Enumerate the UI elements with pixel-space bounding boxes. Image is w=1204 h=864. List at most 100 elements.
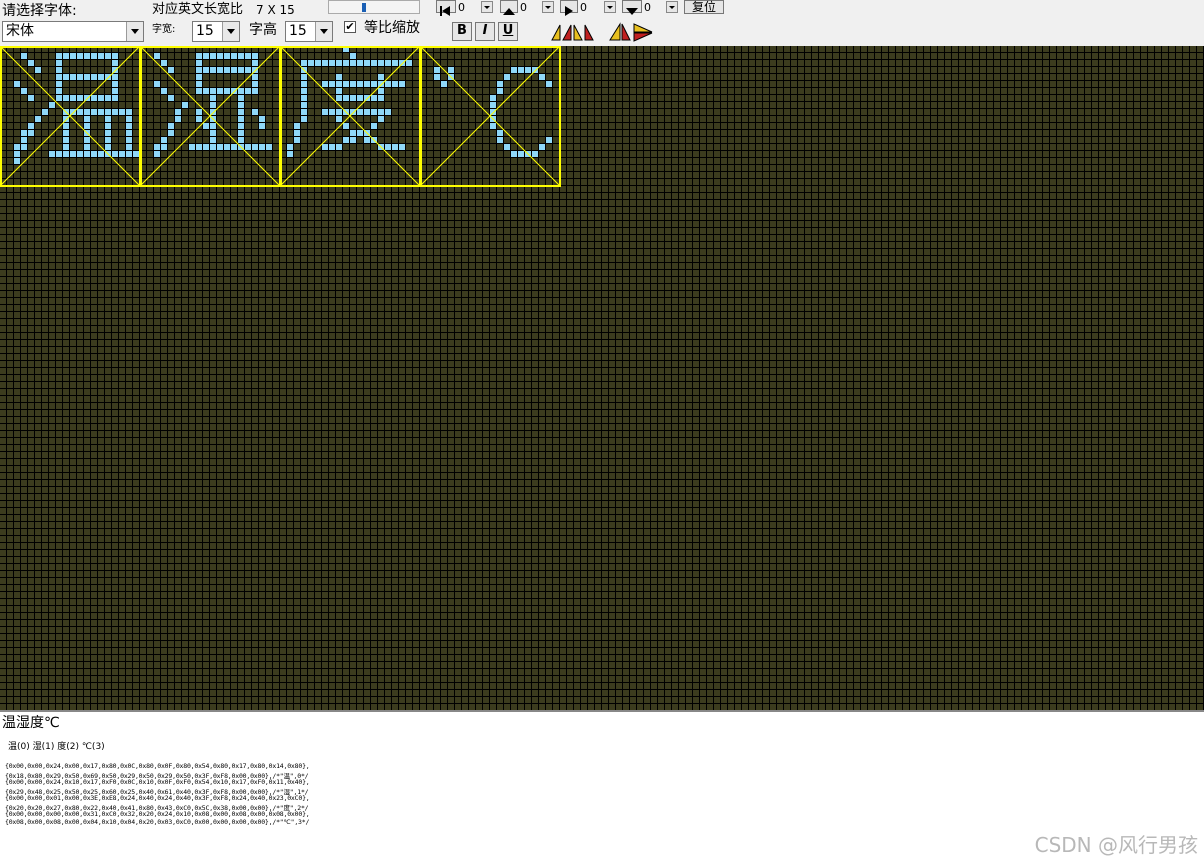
chevron-down-icon[interactable]: [315, 22, 332, 41]
glyph-pixel[interactable]: [525, 67, 531, 73]
glyph-pixel[interactable]: [252, 81, 258, 87]
glyph-pixel[interactable]: [196, 81, 202, 87]
glyph-pixel[interactable]: [126, 116, 132, 122]
glyph-pixel[interactable]: [112, 53, 118, 59]
glyph-pixel[interactable]: [301, 88, 307, 94]
glyph-pixel[interactable]: [210, 95, 216, 101]
height-select[interactable]: 15: [285, 21, 333, 42]
glyph-pixel[interactable]: [210, 109, 216, 115]
glyph-pixel[interactable]: [364, 109, 370, 115]
flip-horizontal-icon[interactable]: [550, 22, 596, 46]
glyph-pixel[interactable]: [84, 151, 90, 157]
glyph-pixel[interactable]: [259, 123, 265, 129]
glyph-pixel[interactable]: [126, 137, 132, 143]
glyph-pixel[interactable]: [203, 144, 209, 150]
glyph-pixel[interactable]: [336, 116, 342, 122]
glyph-pixel[interactable]: [21, 144, 27, 150]
glyph-pixel[interactable]: [112, 151, 118, 157]
glyph-pixel[interactable]: [490, 95, 496, 101]
glyph-pixel[interactable]: [105, 130, 111, 136]
glyph-pixel[interactable]: [448, 67, 454, 73]
glyph-pixel[interactable]: [301, 102, 307, 108]
glyph-pixel[interactable]: [105, 137, 111, 143]
glyph-pixel[interactable]: [98, 151, 104, 157]
glyph-pixel[interactable]: [14, 81, 20, 87]
glyph-pixel[interactable]: [28, 95, 34, 101]
glyph-pixel[interactable]: [161, 144, 167, 150]
glyph-pixel[interactable]: [350, 53, 356, 59]
glyph-pixel[interactable]: [126, 144, 132, 150]
chevron-down-icon[interactable]: [126, 22, 143, 41]
glyph-pixel[interactable]: [56, 151, 62, 157]
move-down-icon[interactable]: [622, 0, 642, 15]
glyph-pixel[interactable]: [210, 130, 216, 136]
glyph-pixel[interactable]: [70, 53, 76, 59]
glyph-pixel[interactable]: [70, 109, 76, 115]
glyph-pixel[interactable]: [329, 144, 335, 150]
glyph-pixel[interactable]: [245, 53, 251, 59]
glyph-pixel[interactable]: [336, 144, 342, 150]
glyph-pixel[interactable]: [315, 60, 321, 66]
glyph-pixel[interactable]: [392, 81, 398, 87]
glyph-pixel[interactable]: [119, 151, 125, 157]
glyph-pixel[interactable]: [350, 60, 356, 66]
glyph-pixel[interactable]: [406, 60, 412, 66]
glyph-pixel[interactable]: [112, 74, 118, 80]
glyph-pixel[interactable]: [378, 60, 384, 66]
glyph-pixel[interactable]: [91, 53, 97, 59]
glyph-pixel[interactable]: [112, 67, 118, 73]
glyph-pixel[interactable]: [329, 109, 335, 115]
glyph-pixel[interactable]: [532, 67, 538, 73]
glyph-pixel[interactable]: [203, 88, 209, 94]
glyph-pixel[interactable]: [112, 88, 118, 94]
glyph-pixel[interactable]: [301, 74, 307, 80]
glyph-pixel[interactable]: [266, 144, 272, 150]
glyph-pixel[interactable]: [490, 123, 496, 129]
glyph-pixel[interactable]: [84, 123, 90, 129]
glyph-pixel[interactable]: [56, 88, 62, 94]
glyph-pixel[interactable]: [91, 74, 97, 80]
glyph-pixel[interactable]: [252, 53, 258, 59]
glyph-pixel[interactable]: [252, 88, 258, 94]
glyph-pixel[interactable]: [175, 109, 181, 115]
glyph-pixel[interactable]: [238, 137, 244, 143]
slider-thumb[interactable]: [362, 3, 366, 12]
glyph-pixel[interactable]: [378, 109, 384, 115]
glyph-pixel[interactable]: [231, 67, 237, 73]
glyph-pixel[interactable]: [161, 88, 167, 94]
glyph-pixel[interactable]: [161, 60, 167, 66]
move-up-icon[interactable]: [500, 0, 518, 15]
underline-button[interactable]: U: [498, 22, 518, 41]
glyph-pixel[interactable]: [238, 130, 244, 136]
glyph-pixel[interactable]: [329, 81, 335, 87]
glyph-pixel[interactable]: [385, 60, 391, 66]
glyph-pixel[interactable]: [210, 144, 216, 150]
glyph-pixel[interactable]: [154, 81, 160, 87]
glyph-pixel[interactable]: [168, 130, 174, 136]
glyph-pixel[interactable]: [105, 74, 111, 80]
glyph-pixel[interactable]: [28, 130, 34, 136]
glyph-pixel[interactable]: [539, 144, 545, 150]
glyph-pixel[interactable]: [350, 137, 356, 143]
glyph-pixel[interactable]: [294, 123, 300, 129]
glyph-pixel[interactable]: [210, 88, 216, 94]
glyph-pixel[interactable]: [252, 74, 258, 80]
glyph-pixel[interactable]: [14, 151, 20, 157]
glyph-pixel[interactable]: [357, 81, 363, 87]
glyph-pixel[interactable]: [336, 109, 342, 115]
glyph-pixel[interactable]: [189, 144, 195, 150]
glyph-pixel[interactable]: [350, 130, 356, 136]
glyph-pixel[interactable]: [378, 116, 384, 122]
glyph-pixel[interactable]: [357, 109, 363, 115]
glyph-pixel[interactable]: [196, 109, 202, 115]
glyph-pixel[interactable]: [504, 144, 510, 150]
glyph-pixel[interactable]: [364, 95, 370, 101]
glyph-pixel[interactable]: [301, 81, 307, 87]
font-select[interactable]: 宋体: [2, 21, 144, 42]
glyph-pixel[interactable]: [336, 60, 342, 66]
glyph-pixel[interactable]: [77, 151, 83, 157]
glyph-pixel[interactable]: [343, 123, 349, 129]
glyph-pixel[interactable]: [154, 151, 160, 157]
glyph-pixel[interactable]: [161, 137, 167, 143]
glyph-pixel[interactable]: [224, 144, 230, 150]
